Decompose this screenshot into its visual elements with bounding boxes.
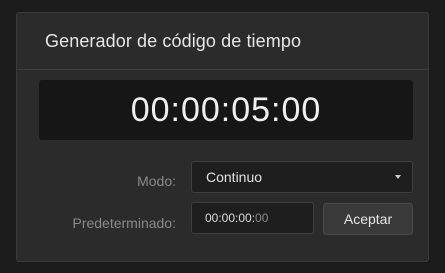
timecode-display: 00:00:05:00 xyxy=(39,80,413,140)
timecode-generator-panel: Generador de código de tiempo 00:00:05:0… xyxy=(16,12,429,262)
mode-dropdown[interactable]: Continuo xyxy=(191,161,413,193)
preset-timecode-field[interactable]: 00:00:00:00 xyxy=(191,202,314,234)
mode-dropdown-value: Continuo xyxy=(206,169,263,185)
preset-timecode-frames: 00 xyxy=(255,211,269,225)
accept-button[interactable]: Aceptar xyxy=(323,203,413,235)
app-background: Generador de código de tiempo 00:00:05:0… xyxy=(0,0,445,273)
preset-label: Predeterminado: xyxy=(72,215,176,231)
mode-label: Modo: xyxy=(137,173,176,189)
preset-timecode-main: 00:00:00: xyxy=(205,211,256,225)
panel-title: Generador de código de tiempo xyxy=(45,31,302,51)
chevron-down-icon xyxy=(395,175,401,179)
title-divider xyxy=(17,69,428,70)
